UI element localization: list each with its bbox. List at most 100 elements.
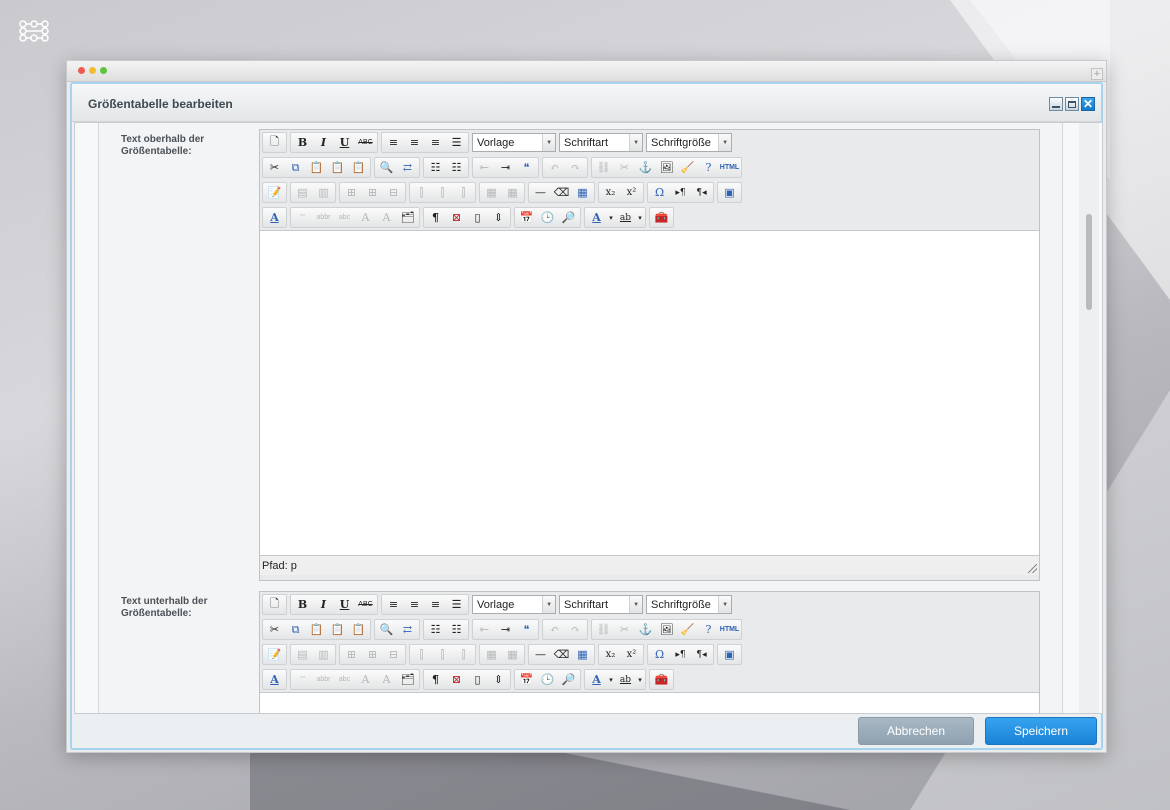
paste-icon[interactable]: 📋	[306, 158, 327, 177]
underline-button[interactable]: U	[334, 595, 355, 614]
cancel-button[interactable]: Abbrechen	[858, 717, 974, 745]
replace-icon[interactable]: ⇄	[397, 620, 418, 639]
align-center-icon[interactable]: ≡	[404, 133, 425, 152]
close-icon[interactable]: ✕	[1081, 97, 1095, 111]
link-icon[interactable]: ⛓	[593, 158, 614, 177]
insert-row-after-icon[interactable]: ⊞	[362, 183, 383, 202]
insert-date-icon[interactable]: 📅	[516, 208, 537, 227]
horizontal-rule-icon[interactable]: —	[530, 645, 551, 664]
scrollbar-thumb[interactable]	[1086, 214, 1092, 310]
show-blocks-icon[interactable]: ¶	[425, 670, 446, 689]
plus-icon[interactable]: +	[1091, 68, 1103, 80]
numbered-list-icon[interactable]: ☷	[446, 620, 467, 639]
table-row-props-icon[interactable]: ▤	[292, 645, 313, 664]
undo-icon[interactable]: ↶	[544, 620, 565, 639]
nonbreaking-icon[interactable]: ⊠	[446, 208, 467, 227]
superscript-icon[interactable]: x²	[621, 183, 642, 202]
font-select[interactable]: Schriftart ▼	[559, 133, 643, 152]
delete-col-icon[interactable]: ⫿	[453, 645, 474, 664]
align-left-icon[interactable]: ≡	[383, 595, 404, 614]
del-icon[interactable]: A	[355, 670, 376, 689]
insert-date-icon[interactable]: 📅	[516, 670, 537, 689]
numbered-list-icon[interactable]: ☷	[446, 158, 467, 177]
text-color-icon[interactable]: A	[586, 208, 607, 227]
link-icon[interactable]: ⛓	[593, 620, 614, 639]
insert-col-before-icon[interactable]: ⫿	[411, 645, 432, 664]
ltr-icon[interactable]: ▸¶	[670, 645, 691, 664]
insert-col-before-icon[interactable]: ⫿	[411, 183, 432, 202]
redo-icon[interactable]: ↷	[565, 620, 586, 639]
app-logo-icon[interactable]	[18, 20, 50, 42]
align-right-icon[interactable]: ≡	[425, 595, 446, 614]
paste-word-icon[interactable]: 📋	[348, 620, 369, 639]
horizontal-rule-icon[interactable]: —	[530, 183, 551, 202]
merge-cells-icon[interactable]: ▦	[502, 645, 523, 664]
styles-icon[interactable]: A	[264, 670, 285, 689]
italic-button[interactable]: I	[313, 595, 334, 614]
cite-icon[interactable]: “”	[292, 208, 313, 227]
split-cells-icon[interactable]: ▦	[481, 183, 502, 202]
copy-icon[interactable]: ⧉	[285, 620, 306, 639]
delete-col-icon[interactable]: ⫿	[453, 183, 474, 202]
font-size-select[interactable]: Schriftgröße ▼	[646, 133, 732, 152]
preview-icon[interactable]: 🔎	[558, 670, 579, 689]
cut-icon[interactable]: ✂	[264, 620, 285, 639]
align-right-icon[interactable]: ≡	[425, 133, 446, 152]
attributes-icon[interactable]: 🗂	[397, 670, 418, 689]
media-icon[interactable]: 🧰	[651, 670, 672, 689]
paste-icon[interactable]: 📋	[306, 620, 327, 639]
remove-format-icon[interactable]: ⌫	[551, 183, 572, 202]
blockquote-icon[interactable]: ❝	[516, 620, 537, 639]
close-window-dot[interactable]	[78, 67, 85, 74]
unlink-icon[interactable]: ✂	[614, 620, 635, 639]
superscript-icon[interactable]: x²	[621, 645, 642, 664]
edit-css-icon[interactable]: 📝	[264, 183, 285, 202]
unlink-icon[interactable]: ✂	[614, 158, 635, 177]
insert-col-after-icon[interactable]: ⫿	[432, 183, 453, 202]
align-justify-icon[interactable]: ☰	[446, 595, 467, 614]
merge-cells-icon[interactable]: ▦	[502, 183, 523, 202]
cut-icon[interactable]: ✂	[264, 158, 285, 177]
highlight-color-icon[interactable]: ab	[615, 208, 636, 227]
help-icon[interactable]: ?	[698, 158, 719, 177]
chevron-down-icon[interactable]: ▾	[636, 208, 644, 227]
resize-grip-icon[interactable]	[1028, 564, 1037, 573]
strikethrough-button[interactable]: ABC	[355, 133, 376, 152]
indent-icon[interactable]: ⇥	[495, 158, 516, 177]
insert-time-icon[interactable]: 🕒	[537, 208, 558, 227]
anchor-icon[interactable]: ⚓	[635, 620, 656, 639]
underline-button[interactable]: U	[334, 133, 355, 152]
cleanup-icon[interactable]: 🧹	[677, 620, 698, 639]
zoom-window-dot[interactable]	[100, 67, 107, 74]
replace-icon[interactable]: ⇄	[397, 158, 418, 177]
pagebreak-icon[interactable]: ⇕	[488, 670, 509, 689]
template-icon[interactable]: ▯	[467, 208, 488, 227]
template-icon[interactable]: ▯	[467, 670, 488, 689]
rtl-icon[interactable]: ¶◂	[691, 645, 712, 664]
image-icon[interactable]: 🖼	[656, 620, 677, 639]
font-select[interactable]: Schriftart ▼	[559, 595, 643, 614]
cite-icon[interactable]: “”	[292, 670, 313, 689]
strikethrough-button[interactable]: ABC	[355, 595, 376, 614]
insert-row-before-icon[interactable]: ⊞	[341, 183, 362, 202]
table-cell-props-icon[interactable]: ▥	[313, 183, 334, 202]
rtl-icon[interactable]: ¶◂	[691, 183, 712, 202]
html-source-button[interactable]: HTML	[719, 158, 740, 177]
chevron-down-icon[interactable]: ▾	[607, 208, 615, 227]
paste-text-icon[interactable]: 📋	[327, 620, 348, 639]
ltr-icon[interactable]: ▸¶	[670, 183, 691, 202]
chevron-down-icon[interactable]: ▾	[607, 670, 615, 689]
dialog-body[interactable]: Text oberhalb der Größentabelle: 🗋 B I U…	[74, 122, 1103, 714]
abbr-icon[interactable]: abbr	[313, 670, 334, 689]
pagebreak-icon[interactable]: ⇕	[488, 208, 509, 227]
abbr-icon[interactable]: abbr	[313, 208, 334, 227]
ins-icon[interactable]: A	[376, 208, 397, 227]
bold-button[interactable]: B	[292, 133, 313, 152]
delete-row-icon[interactable]: ⊟	[383, 183, 404, 202]
preview-icon[interactable]: 🔎	[558, 208, 579, 227]
anchor-icon[interactable]: ⚓	[635, 158, 656, 177]
insert-row-after-icon[interactable]: ⊞	[362, 645, 383, 664]
insert-time-icon[interactable]: 🕒	[537, 670, 558, 689]
copy-icon[interactable]: ⧉	[285, 158, 306, 177]
align-justify-icon[interactable]: ☰	[446, 133, 467, 152]
